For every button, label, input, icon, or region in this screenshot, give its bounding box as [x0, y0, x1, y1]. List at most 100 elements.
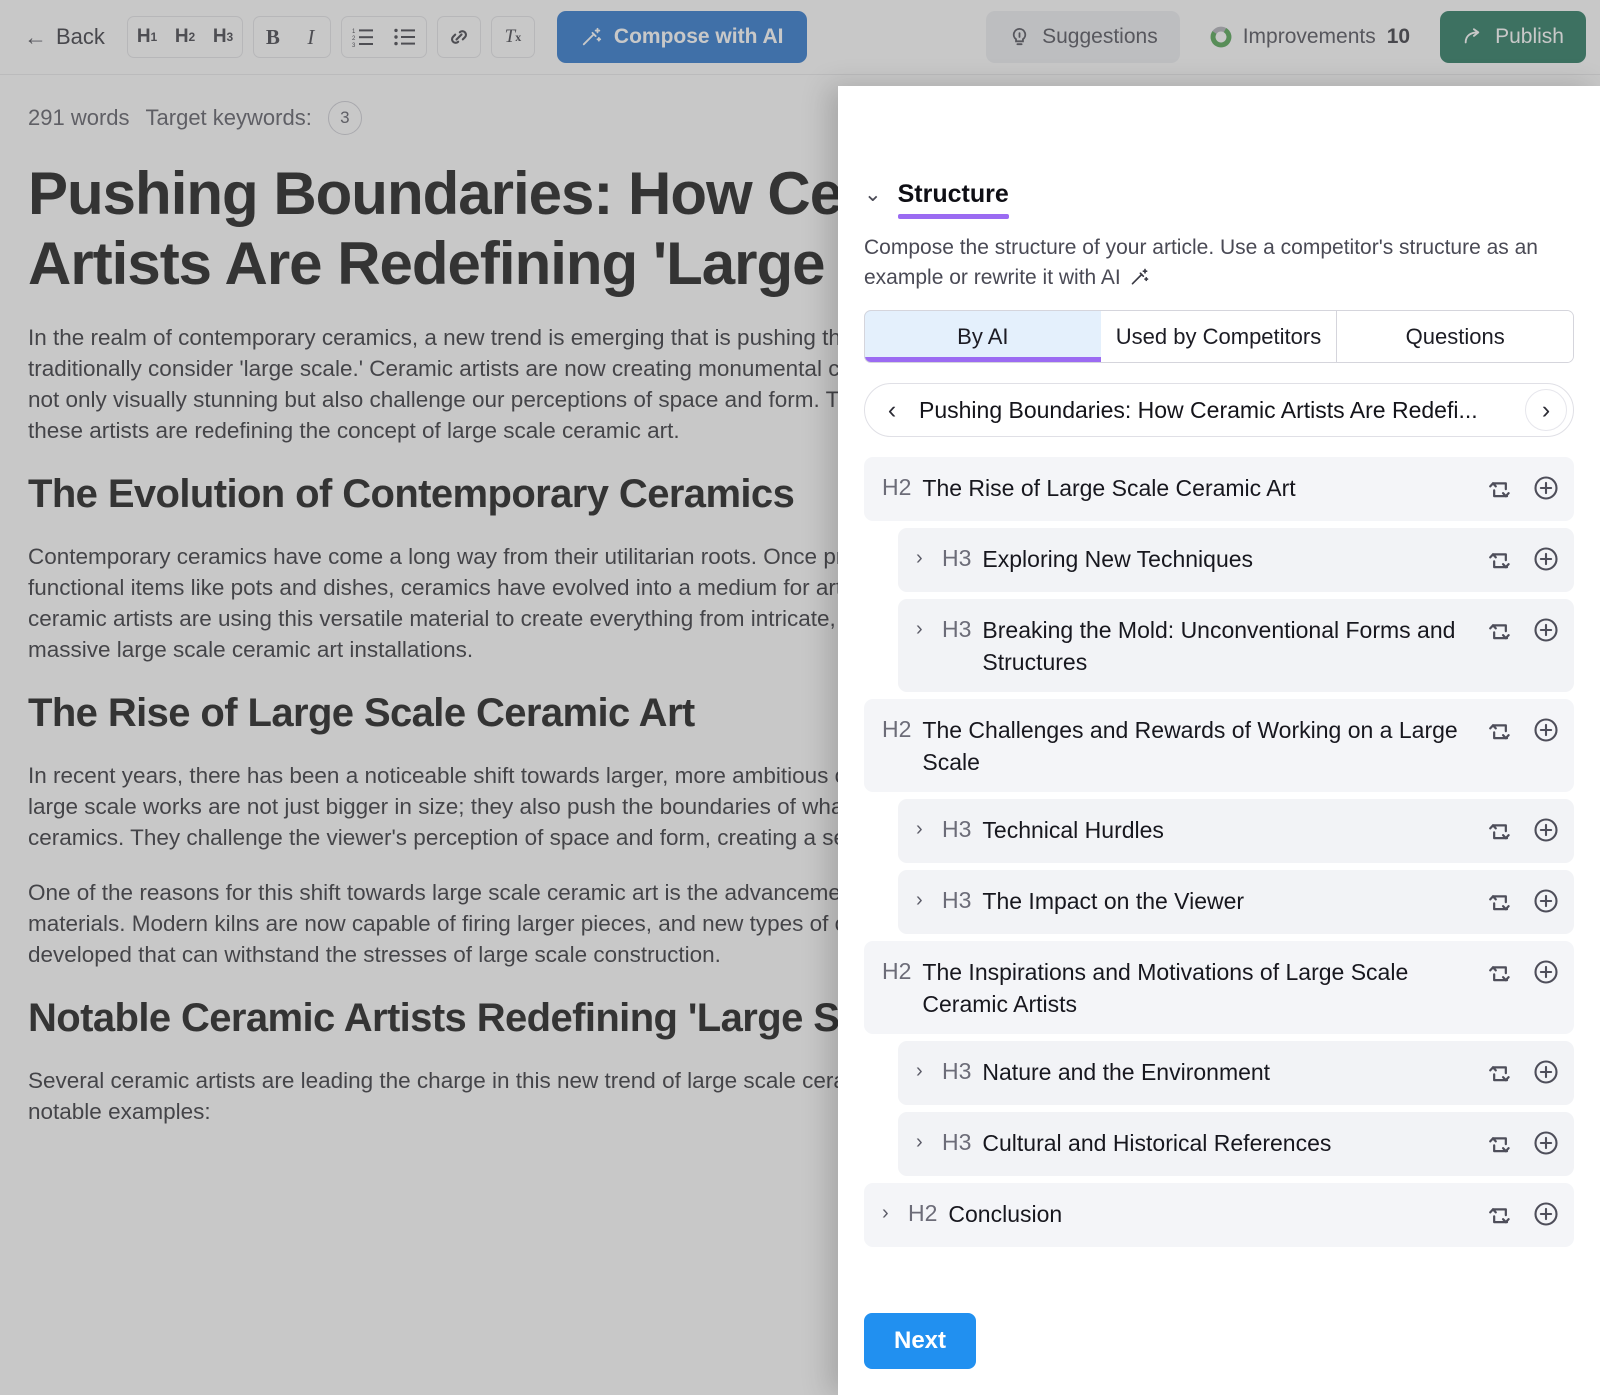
publish-button[interactable]: Publish — [1440, 11, 1586, 63]
heading-1-button[interactable]: H1 — [128, 17, 166, 57]
swap-replace-icon — [1489, 553, 1510, 569]
structure-row-tag: H3 — [942, 1129, 972, 1156]
suggestions-button[interactable]: Suggestions — [986, 11, 1180, 63]
chevron-right-icon[interactable]: › — [882, 1197, 908, 1229]
chevron-right-icon[interactable]: › — [916, 813, 942, 845]
structure-row[interactable]: H2 The Inspirations and Motivations of La… — [864, 941, 1574, 1035]
replace-heading-button[interactable] — [1486, 1058, 1514, 1091]
tab-used-by-competitors[interactable]: Used by Competitors — [1100, 311, 1338, 363]
arrow-left-icon: ← — [24, 23, 47, 50]
improvements-label: Improvements — [1242, 25, 1376, 48]
replace-heading-button[interactable] — [1486, 1129, 1514, 1162]
chevron-down-icon: ⌄ — [864, 183, 882, 206]
italic-button[interactable]: I — [292, 17, 330, 57]
next-button[interactable]: Next — [864, 1313, 977, 1369]
swap-replace-icon — [1489, 1137, 1510, 1153]
add-heading-button[interactable] — [1532, 616, 1560, 649]
structure-row-text: Exploring New Techniques — [982, 546, 1254, 573]
heading-button-group: H1 H2 H3 — [126, 16, 243, 58]
add-heading-button[interactable] — [1532, 1058, 1560, 1091]
chevron-right-icon[interactable]: › — [916, 1126, 942, 1158]
chevron-right-icon[interactable]: › — [916, 1055, 942, 1087]
replace-heading-button[interactable] — [1486, 474, 1514, 507]
swap-replace-icon — [1489, 1208, 1510, 1224]
app-root: ← Back H1 H2 H3 B I 1 2 3 T x Compose wi… — [0, 0, 1600, 1395]
structure-row[interactable]: H2 The Rise of Large Scale Ceramic Art — [864, 457, 1574, 522]
bullet-list-button[interactable] — [384, 17, 426, 57]
back-button[interactable]: ← Back — [12, 18, 117, 56]
tab-questions[interactable]: Questions — [1337, 311, 1573, 363]
structure-row-tag: H3 — [942, 816, 972, 843]
add-heading-button[interactable] — [1532, 1129, 1560, 1162]
add-heading-button[interactable] — [1532, 816, 1560, 849]
structure-row[interactable]: › H2 Conclusion — [864, 1183, 1574, 1248]
structure-row-actions — [1486, 1197, 1560, 1233]
structure-row[interactable]: › H3 Cultural and Historical References — [898, 1112, 1574, 1177]
structure-section-header[interactable]: ⌄ Structure — [864, 180, 1574, 219]
target-keywords-count[interactable]: 3 — [327, 101, 362, 135]
structure-row[interactable]: › H3 Exploring New Techniques — [898, 528, 1574, 593]
improvements-button[interactable]: Improvements 10 — [1192, 11, 1428, 63]
structure-title-wrap: Structure — [897, 180, 1009, 219]
structure-description: Compose the structure of your article. U… — [864, 233, 1574, 293]
structure-row-actions — [1486, 542, 1560, 578]
replace-heading-button[interactable] — [1486, 887, 1514, 920]
structure-row-actions — [1486, 955, 1560, 991]
heading-2-button[interactable]: H2 — [166, 17, 204, 57]
link-icon — [450, 30, 467, 44]
add-heading-button[interactable] — [1532, 1200, 1560, 1233]
structure-row[interactable]: H2 The Challenges and Rewards of Working … — [864, 699, 1574, 793]
list-group: 1 2 3 — [340, 16, 427, 58]
toolbar-left-group: ← Back H1 H2 H3 B I 1 2 3 T x Compose wi… — [0, 11, 808, 63]
add-heading-button[interactable] — [1532, 958, 1560, 991]
target-keywords-label: Target keywords: — [145, 105, 312, 130]
progress-donut-icon — [1210, 26, 1232, 48]
chevron-right-icon[interactable]: › — [916, 884, 942, 916]
link-button[interactable] — [438, 17, 480, 57]
heading-3-button[interactable]: H3 — [204, 17, 242, 57]
share-arrow-icon — [1464, 28, 1480, 44]
structure-description-text: Compose the structure of your article. U… — [864, 235, 1538, 289]
magic-wand-icon — [582, 27, 602, 46]
structure-tabs: By AI Used by Competitors Questions — [864, 310, 1574, 364]
replace-heading-button[interactable] — [1486, 1200, 1514, 1233]
clear-format-letter: T — [504, 26, 516, 47]
structure-row[interactable]: › H3 Nature and the Environment — [898, 1041, 1574, 1106]
structure-row-text: The Inspirations and Motivations of Larg… — [922, 959, 1409, 1017]
replace-heading-button[interactable] — [1486, 545, 1514, 578]
replace-heading-button[interactable] — [1486, 716, 1514, 749]
compose-with-ai-button[interactable]: Compose with AI — [556, 11, 808, 63]
add-heading-button[interactable] — [1532, 474, 1560, 507]
magic-wand-icon[interactable] — [1130, 267, 1150, 287]
replace-heading-button[interactable] — [1486, 958, 1514, 991]
carousel-prev-button[interactable]: ‹ — [871, 389, 913, 431]
swap-replace-icon — [1489, 1066, 1510, 1082]
structure-row[interactable]: › H3 The Impact on the Viewer — [898, 870, 1574, 935]
back-label: Back — [56, 24, 105, 49]
svg-text:1: 1 — [352, 29, 356, 35]
competitor-carousel: ‹ Pushing Boundaries: How Ceramic Artist… — [864, 383, 1574, 438]
heading-1-label: H — [136, 26, 151, 47]
clear-format-sub: x — [515, 29, 522, 44]
ordered-list-button[interactable]: 1 2 3 — [342, 17, 384, 57]
replace-heading-button[interactable] — [1486, 816, 1514, 849]
add-heading-button[interactable] — [1532, 887, 1560, 920]
carousel-next-button[interactable]: › — [1525, 389, 1567, 432]
add-heading-button[interactable] — [1532, 716, 1560, 749]
structure-row[interactable]: › H3 Breaking the Mold: Unconventional For… — [898, 599, 1574, 693]
chevron-right-icon[interactable]: › — [916, 613, 942, 645]
chevron-right-icon: › — [1541, 395, 1551, 424]
heading-2-label: H — [174, 26, 189, 47]
add-heading-button[interactable] — [1532, 545, 1560, 578]
tab-used-by-competitors-label: Used by Competitors — [1115, 323, 1322, 349]
suggestions-label: Suggestions — [1042, 25, 1158, 48]
lightbulb-icon — [1012, 27, 1027, 45]
structure-row-tag: H2 — [882, 716, 912, 743]
chevron-right-icon[interactable]: › — [916, 542, 942, 574]
structure-row-text: Breaking the Mold: Unconventional Forms … — [982, 617, 1456, 675]
bold-button[interactable]: B — [254, 17, 292, 57]
structure-row[interactable]: › H3 Technical Hurdles — [898, 799, 1574, 864]
replace-heading-button[interactable] — [1486, 616, 1514, 649]
tab-by-ai[interactable]: By AI — [865, 311, 1102, 363]
clear-formatting-button[interactable]: Tx — [492, 17, 534, 57]
